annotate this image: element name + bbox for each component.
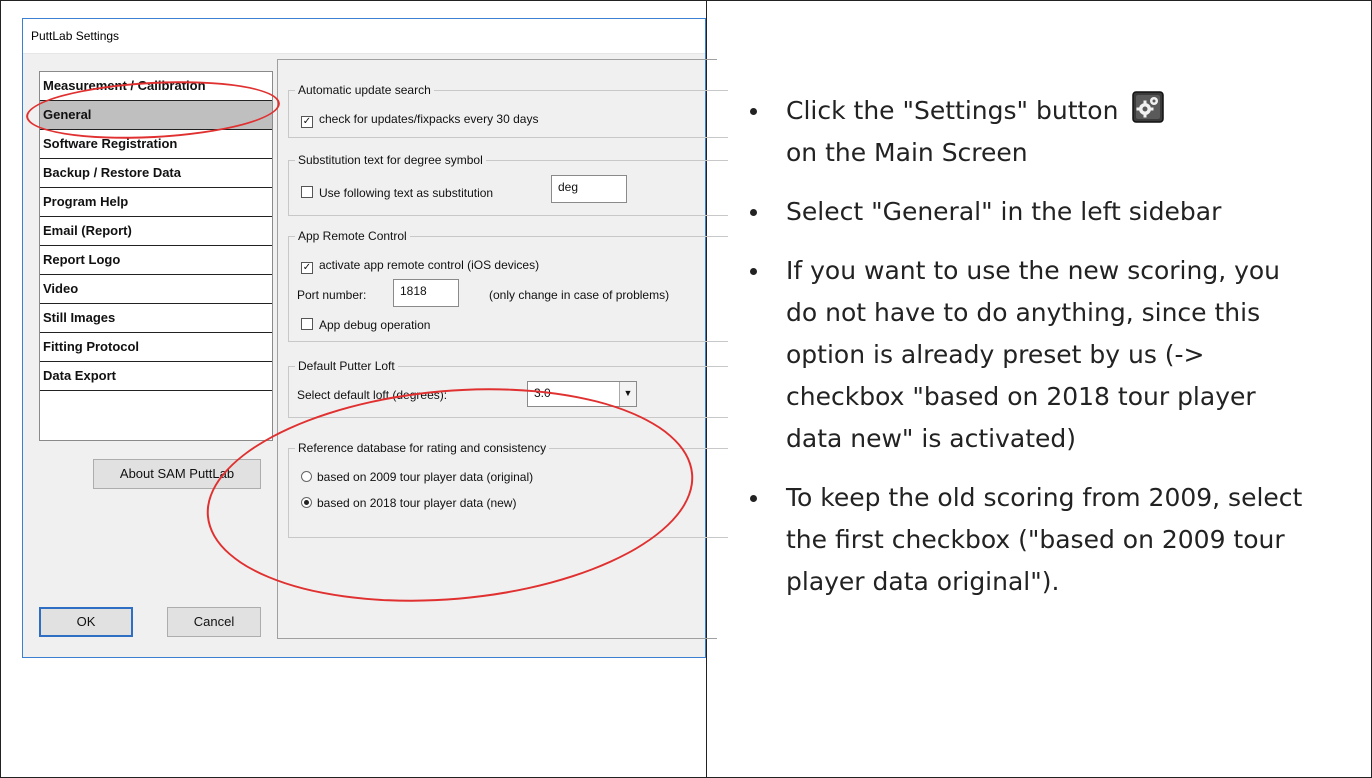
remote-debug-row[interactable]: App debug operation xyxy=(301,317,430,333)
general-settings-panel: Automatic update search ✓ check for updat… xyxy=(277,59,728,639)
bullet xyxy=(750,495,757,502)
instructions-list: Click the "Settings" button on the Main … xyxy=(738,90,1358,620)
remote-activate-label: activate app remote control (iOS devices… xyxy=(319,258,540,272)
reference-legend: Reference database for rating and consis… xyxy=(295,440,550,456)
sidebar-item-report-logo[interactable]: Report Logo xyxy=(40,246,272,275)
sidebar-item-measurement[interactable]: Measurement / Calibration xyxy=(40,72,272,101)
ok-button[interactable]: OK xyxy=(39,607,133,637)
degree-checkbox[interactable] xyxy=(301,186,313,198)
remote-group: App Remote Control ✓ activate app remote … xyxy=(288,228,728,342)
loft-legend: Default Putter Loft xyxy=(295,358,398,374)
remote-activate-row[interactable]: ✓ activate app remote control (iOS device… xyxy=(301,257,539,274)
degree-checkbox-label: Use following text as substitution xyxy=(319,186,494,200)
settings-sidebar: Measurement / Calibration General Softwa… xyxy=(39,71,273,441)
remote-debug-label: App debug operation xyxy=(319,318,431,332)
instruction-text-1: Click the "Settings" button xyxy=(786,96,1119,125)
remote-activate-checkbox[interactable]: ✓ xyxy=(301,262,313,274)
about-button[interactable]: About SAM PuttLab xyxy=(93,459,261,489)
instruction-text-2: Select "General" in the left sidebar xyxy=(786,197,1222,226)
gear-icon xyxy=(1132,91,1165,123)
sidebar-item-help[interactable]: Program Help xyxy=(40,188,272,217)
cancel-button[interactable]: Cancel xyxy=(167,607,261,637)
instruction-text-4: To keep the old scoring from 2009, selec… xyxy=(786,483,1303,596)
radio-2018[interactable] xyxy=(301,497,312,508)
settings-dialog: PuttLab Settings Measurement / Calibrati… xyxy=(22,18,728,658)
radio-2009[interactable] xyxy=(301,471,312,482)
instruction-item: To keep the old scoring from 2009, selec… xyxy=(738,477,1316,603)
remote-debug-checkbox[interactable] xyxy=(301,318,313,330)
instruction-text-1-cont: on the Main Screen xyxy=(786,138,1028,167)
dialog-title: PuttLab Settings xyxy=(23,19,705,54)
radio-2009-label: based on 2009 tour player data (original… xyxy=(317,470,534,484)
sidebar-item-email[interactable]: Email (Report) xyxy=(40,217,272,246)
port-input[interactable]: 1818 xyxy=(393,279,459,307)
sidebar-item-registration[interactable]: Software Registration xyxy=(40,130,272,159)
loft-select[interactable]: 3.0 ▼ xyxy=(527,381,637,407)
degree-text-input[interactable]: deg xyxy=(551,175,627,203)
sidebar-item-still-images[interactable]: Still Images xyxy=(40,304,272,333)
bullet xyxy=(750,268,757,275)
reference-option-2009[interactable]: based on 2009 tour player data (original… xyxy=(301,469,533,485)
port-label: Port number: xyxy=(297,288,367,302)
instruction-item: Click the "Settings" button on the Main … xyxy=(738,90,1316,174)
radio-2018-label: based on 2018 tour player data (new) xyxy=(317,496,517,510)
loft-select-value: 3.0 xyxy=(534,386,551,400)
reference-option-2018[interactable]: based on 2018 tour player data (new) xyxy=(301,495,516,511)
loft-group: Default Putter Loft Select default loft … xyxy=(288,358,728,418)
sidebar-item-general[interactable]: General xyxy=(40,101,272,130)
reference-group: Reference database for rating and consis… xyxy=(288,440,728,538)
sidebar-item-data-export[interactable]: Data Export xyxy=(40,362,272,391)
chevron-down-icon[interactable]: ▼ xyxy=(619,382,636,406)
instruction-item: Select "General" in the left sidebar xyxy=(738,191,1316,233)
sidebar-item-fitting[interactable]: Fitting Protocol xyxy=(40,333,272,362)
instruction-item: If you want to use the new scoring, you … xyxy=(738,250,1316,460)
update-checkbox-label: check for updates/fixpacks every 30 days xyxy=(319,112,539,126)
degree-legend: Substitution text for degree symbol xyxy=(295,152,486,168)
port-hint: (only change in case of problems) xyxy=(489,288,670,302)
bullet xyxy=(750,209,757,216)
sidebar-item-backup[interactable]: Backup / Restore Data xyxy=(40,159,272,188)
remote-legend: App Remote Control xyxy=(295,228,410,244)
update-legend: Automatic update search xyxy=(295,82,434,98)
bullet xyxy=(750,108,757,115)
degree-group: Substitution text for degree symbol Use … xyxy=(288,152,728,216)
update-checkbox[interactable]: ✓ xyxy=(301,116,313,128)
update-group: Automatic update search ✓ check for updat… xyxy=(288,82,728,138)
update-checkbox-row[interactable]: ✓ check for updates/fixpacks every 30 day… xyxy=(301,111,538,128)
instruction-text-3: If you want to use the new scoring, you … xyxy=(786,256,1281,453)
loft-label: Select default loft (degrees): xyxy=(297,388,448,402)
sidebar-item-video[interactable]: Video xyxy=(40,275,272,304)
degree-checkbox-row[interactable]: Use following text as substitution xyxy=(301,185,493,201)
